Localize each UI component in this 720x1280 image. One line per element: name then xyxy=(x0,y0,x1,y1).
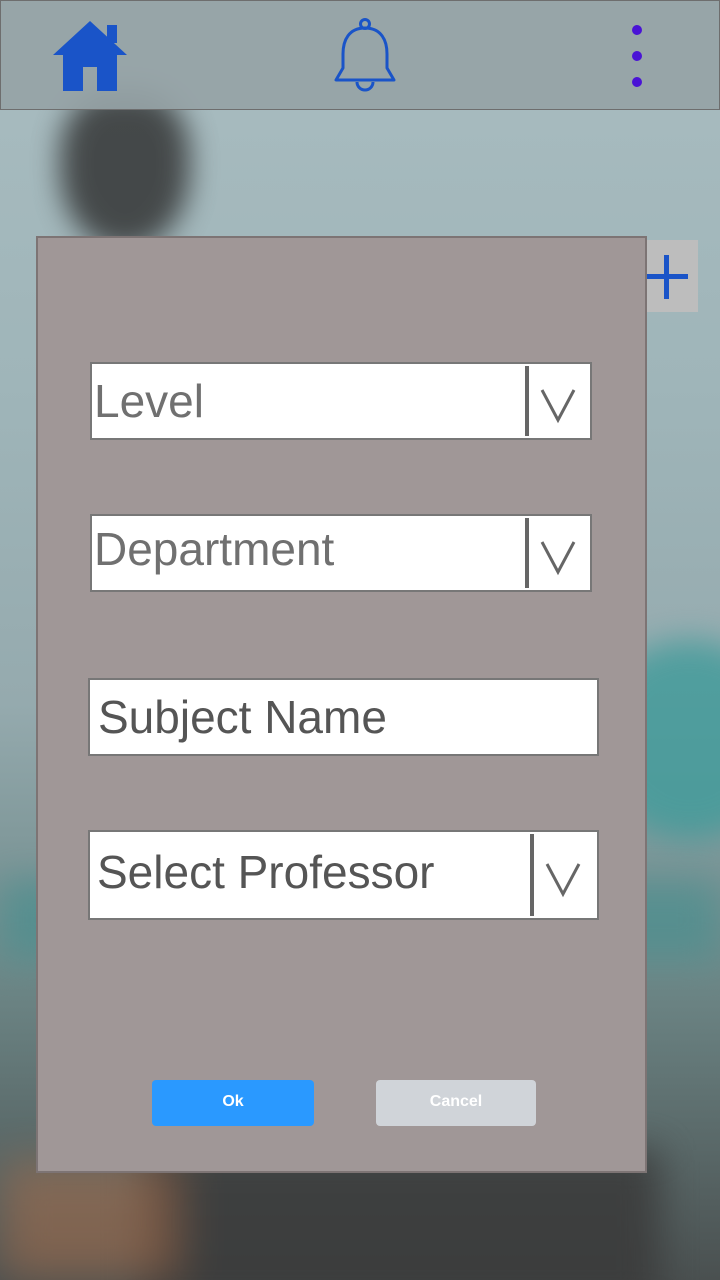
ok-button[interactable]: Ok xyxy=(152,1080,314,1126)
dropdown-separator xyxy=(525,518,529,588)
level-placeholder: Level xyxy=(94,375,204,427)
more-vertical-icon[interactable] xyxy=(625,25,649,91)
subject-name-placeholder: Subject Name xyxy=(98,691,387,743)
department-placeholder: Department xyxy=(94,522,335,575)
professor-placeholder: Select Professor xyxy=(97,845,435,898)
add-button[interactable] xyxy=(644,240,698,312)
chevron-down-icon[interactable] xyxy=(545,855,581,898)
add-subject-dialog: Level Department Subject Name Select Pro… xyxy=(36,236,647,1173)
chevron-down-icon[interactable] xyxy=(540,533,576,576)
cancel-button[interactable]: Cancel xyxy=(376,1080,536,1126)
top-navigation-bar xyxy=(0,0,720,110)
home-icon[interactable] xyxy=(51,19,129,93)
level-dropdown[interactable]: Level xyxy=(90,362,592,440)
dropdown-separator xyxy=(530,834,534,916)
bell-icon[interactable] xyxy=(333,18,397,96)
chevron-down-icon[interactable] xyxy=(540,381,576,424)
department-dropdown[interactable]: Department xyxy=(90,514,592,592)
dropdown-separator xyxy=(525,366,529,436)
subject-name-input[interactable]: Subject Name xyxy=(88,678,599,756)
professor-dropdown[interactable]: Select Professor xyxy=(88,830,599,920)
